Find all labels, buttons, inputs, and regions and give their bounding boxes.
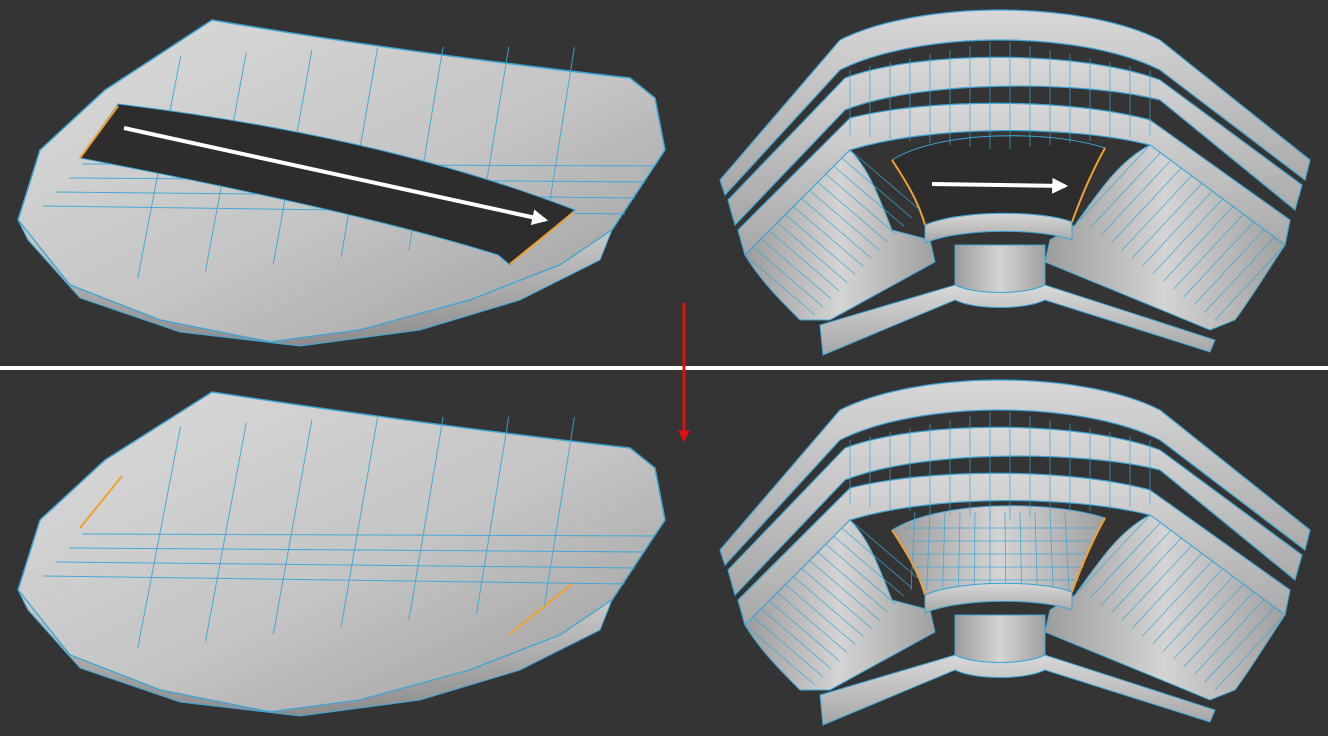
comparison-figure bbox=[0, 0, 1328, 736]
filled-face bbox=[891, 505, 1106, 596]
molding-neck bbox=[954, 614, 1046, 663]
hood-before-panel bbox=[17, 19, 666, 347]
removed-face-gap bbox=[891, 135, 1106, 226]
arrow-right-icon bbox=[931, 177, 1069, 194]
molding-before-panel bbox=[719, 9, 1311, 356]
molding-after-panel bbox=[719, 379, 1311, 726]
hood-body bbox=[17, 391, 666, 713]
figure-canvas bbox=[0, 9, 1328, 726]
hood-after-panel bbox=[17, 391, 666, 717]
molding-neck bbox=[954, 244, 1046, 293]
